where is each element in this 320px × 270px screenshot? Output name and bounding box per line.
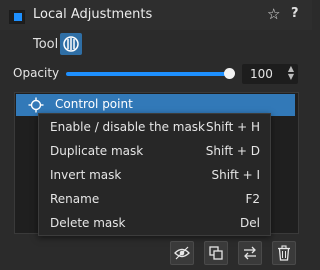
toggle-visibility-button[interactable] [170,241,194,265]
swap-icon [244,246,256,260]
menu-item-invert-mask[interactable]: Invert mask Shift + I [39,163,270,187]
swap-button[interactable] [238,241,262,265]
opacity-value[interactable]: 100 [250,67,273,81]
eye-icon [174,246,190,260]
menu-item-delete-mask[interactable]: Delete mask Del [39,211,270,235]
menu-item-shortcut: Shift + I [211,168,261,182]
mask-name: Control point [55,97,133,111]
control-point-tool-icon [63,36,79,52]
panel-enable-toggle[interactable] [9,10,25,24]
menu-item-rename[interactable]: Rename F2 [39,187,270,211]
help-icon[interactable]: ? [291,6,299,21]
menu-item-label: Enable / disable the mask [50,120,206,134]
duplicate-button[interactable] [204,241,228,265]
menu-item-shortcut: Del [240,216,260,230]
trash-icon [278,245,290,261]
control-point-icon [28,97,44,113]
star-icon[interactable]: ☆ [267,5,280,23]
menu-item-label: Delete mask [50,216,126,230]
menu-item-label: Invert mask [50,168,122,182]
duplicate-icon [209,246,223,260]
context-menu: Enable / disable the mask Shift + H Dupl… [38,113,271,236]
menu-item-shortcut: Shift + D [205,144,260,158]
menu-item-shortcut: F2 [245,192,260,206]
panel-title: Local Adjustments [33,7,153,22]
menu-item-label: Rename [50,192,100,206]
opacity-slider-fill [66,72,230,76]
delete-mask-button[interactable] [272,241,296,265]
opacity-label: Opacity [13,66,60,80]
menu-item-duplicate-mask[interactable]: Duplicate mask Shift + D [39,139,270,163]
spin-arrows-icon[interactable]: ▲ ▼ [288,65,294,81]
menu-item-label: Duplicate mask [50,144,144,158]
opacity-slider-handle[interactable] [224,68,235,79]
opacity-spinbox[interactable]: 100 ▲ ▼ [242,64,298,84]
control-point-tool-button[interactable] [60,33,82,55]
menu-item-shortcut: Shift + H [206,120,260,134]
tool-label: Tool [33,37,59,52]
menu-item-enable-disable-mask[interactable]: Enable / disable the mask Shift + H [39,115,270,139]
